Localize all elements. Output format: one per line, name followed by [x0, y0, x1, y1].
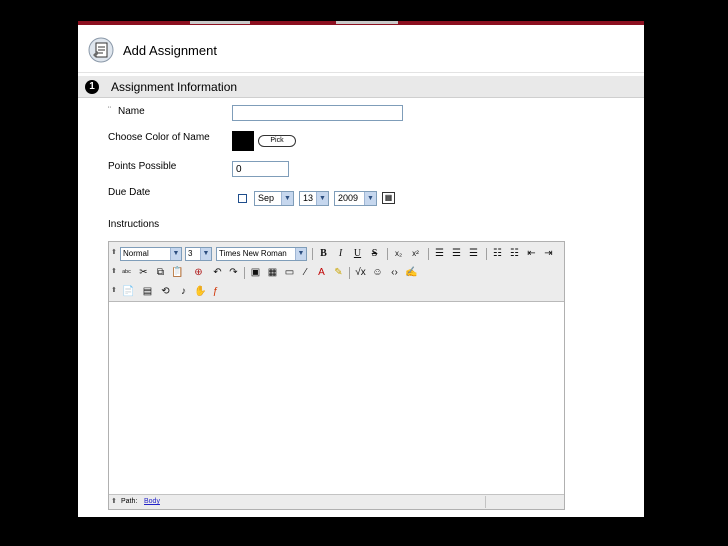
format-value: Normal	[123, 249, 149, 258]
chevron-down-icon[interactable]: ▼	[281, 192, 293, 205]
editor-content-area[interactable]	[109, 303, 564, 494]
editor-toolbar: ⬆ Normal ▼ 3 ▼ Times New Roman ▼ B I U S	[109, 242, 564, 302]
italic-icon[interactable]: I	[334, 247, 347, 260]
format-select[interactable]: Normal ▼	[120, 247, 182, 261]
font-select[interactable]: Times New Roman ▼	[216, 247, 307, 261]
size-select[interactable]: 3 ▼	[185, 247, 212, 261]
flash-icon[interactable]: ƒ	[209, 285, 222, 298]
due-year-value: 2009	[338, 193, 359, 203]
emoticon-icon[interactable]: ☺	[371, 266, 384, 279]
top-tab-indicator-2	[336, 21, 398, 24]
toolbar-grip-icon[interactable]: ⬆	[111, 267, 117, 275]
pick-color-button[interactable]: Pick	[258, 135, 296, 147]
toolbar-separator	[312, 248, 313, 260]
copy-icon[interactable]: ⧉	[154, 266, 167, 279]
insert-link-icon[interactable]: ⁄	[299, 266, 312, 279]
undo-icon[interactable]: ↶	[211, 266, 224, 279]
audio-icon[interactable]: ♪	[177, 285, 190, 298]
paste-icon[interactable]: 📋	[171, 266, 184, 279]
align-left-icon[interactable]: ☰	[433, 247, 446, 260]
cut-icon[interactable]: ✂	[137, 266, 150, 279]
top-tab-indicator	[190, 21, 250, 24]
insert-table-icon[interactable]: ▦	[266, 266, 279, 279]
insert-media-icon[interactable]: ▤	[141, 285, 154, 298]
section-title: Assignment Information	[111, 80, 238, 94]
due-day-select[interactable]: 13 ▼	[299, 191, 329, 206]
path-body-link[interactable]: Body	[144, 495, 160, 509]
section-number-badge: 1	[85, 80, 99, 94]
chevron-down-icon[interactable]: ▼	[170, 248, 181, 260]
toolbar-grip-icon[interactable]: ⬆	[111, 286, 117, 294]
required-marker: ¨	[108, 105, 111, 115]
due-date-checkbox[interactable]	[238, 194, 247, 203]
insert-image-icon[interactable]: ▣	[249, 266, 262, 279]
find-replace-icon[interactable]: ⊕	[192, 266, 205, 279]
editor-path-bar: ⬆ Path: Body	[109, 494, 564, 509]
name-input[interactable]	[232, 105, 403, 121]
add-assignment-page: Add Assignment 1 Assignment Information …	[78, 25, 644, 517]
chevron-down-icon[interactable]: ▼	[364, 192, 376, 205]
color-label: Choose Color of Name	[108, 132, 210, 143]
points-input[interactable]	[232, 161, 289, 177]
name-label: Name	[118, 106, 145, 117]
chevron-down-icon[interactable]: ▼	[200, 248, 211, 260]
color-swatch[interactable]	[232, 131, 254, 151]
points-label: Points Possible	[108, 161, 177, 172]
chevron-down-icon[interactable]: ▼	[316, 192, 328, 205]
ordered-list-icon[interactable]: ☷	[491, 247, 504, 260]
path-divider	[485, 496, 486, 508]
mashup-icon[interactable]: ⟲	[159, 285, 172, 298]
align-right-icon[interactable]: ☰	[467, 247, 480, 260]
outdent-icon[interactable]: ⇤	[525, 247, 538, 260]
font-value: Times New Roman	[219, 249, 287, 258]
preview-icon[interactable]: ✍	[405, 266, 418, 279]
instructions-editor: ⬆ Normal ▼ 3 ▼ Times New Roman ▼ B I U S	[108, 241, 565, 510]
instructions-label: Instructions	[108, 219, 160, 230]
pick-button-label: Pick	[270, 137, 284, 144]
toolbar-grip-icon[interactable]: ⬆	[111, 495, 117, 509]
chevron-down-icon[interactable]: ▼	[295, 248, 306, 260]
underline-icon[interactable]: U	[351, 247, 364, 260]
toolbar-separator	[244, 267, 245, 279]
path-label: Path:	[121, 498, 138, 505]
superscript-icon[interactable]: x²	[409, 247, 422, 260]
toolbar-row-3: ⬆ 📄 ▤ ⟲ ♪ ✋ ƒ	[109, 283, 564, 301]
highlight-icon[interactable]: ✎	[332, 266, 345, 279]
section-header: 1 Assignment Information	[78, 76, 644, 98]
unordered-list-icon[interactable]: ☷	[508, 247, 521, 260]
html-source-icon[interactable]: ‹›	[388, 266, 401, 279]
toolbar-separator	[387, 248, 388, 260]
horizontal-rule-icon[interactable]: ▭	[283, 266, 296, 279]
indent-icon[interactable]: ⇥	[542, 247, 555, 260]
due-month-select[interactable]: Sep ▼	[254, 191, 294, 206]
size-value: 3	[188, 249, 193, 258]
page-header: Add Assignment	[78, 25, 644, 74]
due-date-label: Due Date	[108, 187, 151, 198]
attach-file-icon[interactable]: 📄	[122, 285, 135, 298]
header-divider	[78, 72, 644, 73]
clipboard-icon[interactable]: ✋	[194, 285, 207, 298]
subscript-icon[interactable]: x₂	[392, 247, 405, 260]
equation-icon[interactable]: √x	[354, 266, 367, 279]
page-title: Add Assignment	[123, 43, 217, 58]
toolbar-separator	[486, 248, 487, 260]
align-center-icon[interactable]: ☰	[450, 247, 463, 260]
spellcheck-icon[interactable]: ᵃᵇᶜ	[120, 266, 133, 279]
font-color-icon[interactable]: A	[315, 266, 328, 279]
toolbar-separator	[349, 267, 350, 279]
due-month-value: Sep	[258, 193, 275, 203]
toolbar-row-1: ⬆ Normal ▼ 3 ▼ Times New Roman ▼ B I U S	[109, 245, 564, 263]
strikethrough-icon[interactable]: S	[368, 247, 381, 260]
assignment-icon	[88, 37, 114, 63]
redo-icon[interactable]: ↷	[227, 266, 240, 279]
calendar-icon[interactable]: ▦	[382, 192, 395, 204]
due-year-select[interactable]: 2009 ▼	[334, 191, 377, 206]
toolbar-grip-icon[interactable]: ⬆	[111, 248, 117, 256]
due-day-value: 13	[303, 193, 314, 203]
bold-icon[interactable]: B	[317, 247, 330, 260]
toolbar-separator	[428, 248, 429, 260]
toolbar-row-2: ⬆ ᵃᵇᶜ ✂ ⧉ 📋 ⊕ ↶ ↷ ▣ ▦ ▭ ⁄ A ✎ √x ☺ ‹› ✍	[109, 264, 564, 282]
